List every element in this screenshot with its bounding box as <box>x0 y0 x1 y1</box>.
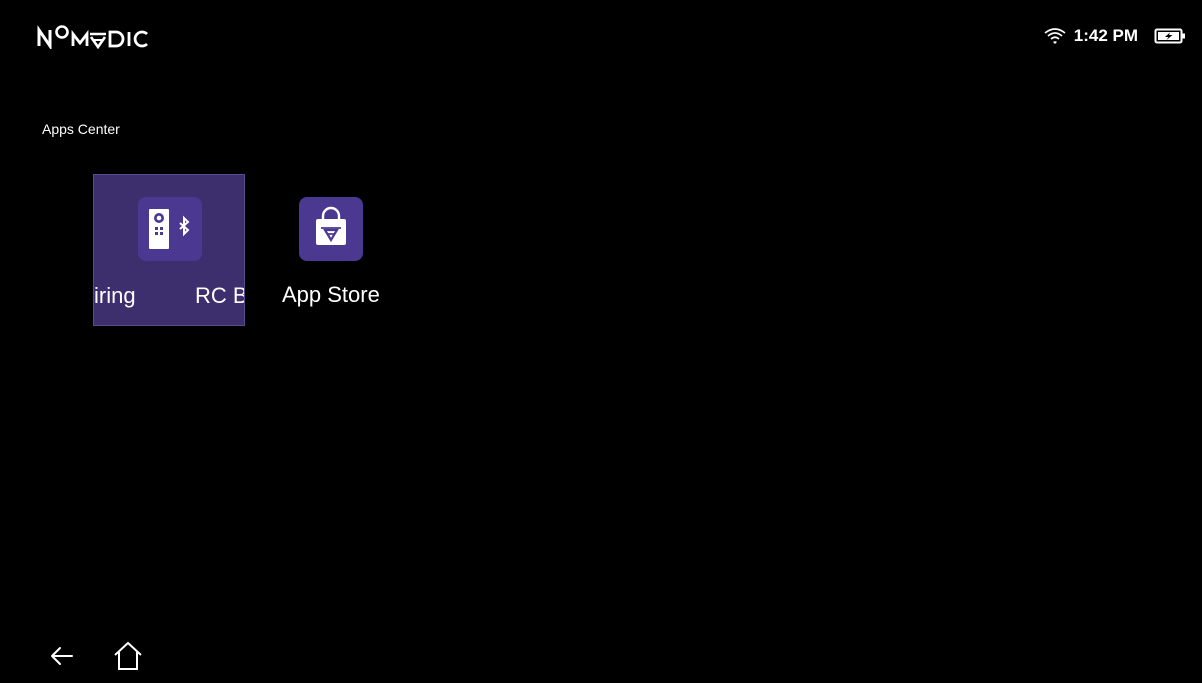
app-label-part1: iring <box>94 283 136 308</box>
back-arrow-icon[interactable] <box>46 638 82 674</box>
app-label-clip: iring RC B <box>94 283 244 313</box>
app-tile-rc-pairing[interactable]: iring RC B <box>93 174 245 326</box>
app-label: App Store <box>282 282 380 307</box>
clock: 1:42 PM <box>1073 26 1138 45</box>
remote-bluetooth-icon <box>138 197 202 261</box>
nomvdic-logo <box>37 25 148 49</box>
wifi-icon <box>1044 28 1066 44</box>
app-label-part2: RC B <box>195 283 244 308</box>
app-store-bag-icon <box>299 197 363 261</box>
status-bar: 1:42 PM <box>1044 25 1186 47</box>
app-label-clip: App Store <box>254 282 406 312</box>
app-tile-app-store[interactable]: App Store <box>254 174 406 326</box>
section-title: Apps Center <box>42 121 120 137</box>
apps-center-screen: 1:42 PM Apps Center iring RC B App Store <box>0 0 1202 683</box>
home-icon[interactable] <box>110 638 146 674</box>
battery-charging-icon <box>1154 28 1185 44</box>
